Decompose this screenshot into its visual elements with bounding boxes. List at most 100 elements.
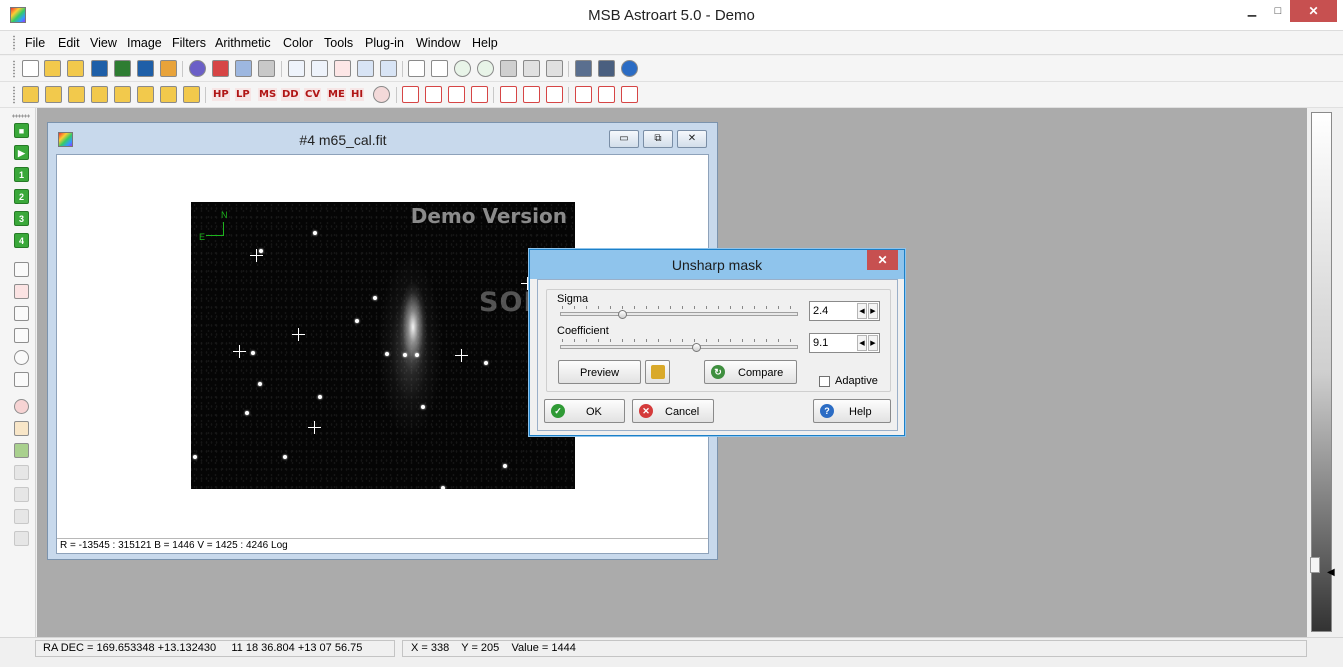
refresh-icon[interactable] <box>189 60 206 77</box>
menu-grip[interactable] <box>12 35 16 51</box>
coefficient-increment-icon[interactable]: ▶ <box>868 335 878 351</box>
astro-image[interactable]: N E Demo Version SOFTPEDIA <box>191 202 658 490</box>
add-constant-icon[interactable] <box>137 86 154 103</box>
new-file-icon[interactable] <box>22 60 39 77</box>
sigma-increment-icon[interactable]: ▶ <box>868 303 878 319</box>
dark-icon[interactable] <box>91 86 108 103</box>
channel-3-button[interactable]: 3 <box>14 211 29 226</box>
save-all-icon[interactable] <box>137 60 154 77</box>
convolution-button[interactable]: CV <box>304 88 322 101</box>
channel-1-button[interactable]: 1 <box>14 167 29 182</box>
lowpass-button[interactable]: LP <box>235 88 251 101</box>
dialog-title-bar[interactable]: Unsharp mask ✕ <box>530 250 904 279</box>
compare-icon[interactable] <box>546 86 563 103</box>
sum-icon[interactable] <box>408 60 425 77</box>
maxentropy-button[interactable]: ME <box>327 88 346 101</box>
eye-icon[interactable] <box>431 60 448 77</box>
help-icon[interactable] <box>621 60 638 77</box>
browse-folder-icon[interactable] <box>160 60 177 77</box>
subtract-icon[interactable] <box>45 86 62 103</box>
resize-icon[interactable] <box>425 86 442 103</box>
compare-button[interactable]: ↻ Compare <box>704 360 797 384</box>
divide-icon[interactable] <box>68 86 85 103</box>
menu-arithmetic[interactable]: Arithmetic <box>215 36 271 50</box>
menu-filters[interactable]: Filters <box>172 36 206 50</box>
ok-button[interactable]: ✓ OK <box>544 399 625 423</box>
line-profile-icon[interactable] <box>14 372 29 387</box>
aperture-icon[interactable] <box>14 262 29 277</box>
rgb-circles-icon[interactable] <box>14 399 29 414</box>
close-button[interactable]: ✕ <box>1290 0 1337 22</box>
save-icon[interactable] <box>91 60 108 77</box>
zoom-out-icon[interactable] <box>477 60 494 77</box>
menu-help[interactable]: Help <box>472 36 498 50</box>
point-photometry-icon[interactable] <box>14 284 29 299</box>
sigma-spinbox[interactable]: 2.4 ◀ ▶ <box>809 301 880 321</box>
slope-icon[interactable] <box>14 306 29 321</box>
toolbar-grip[interactable] <box>12 86 16 104</box>
zoom-window-icon[interactable] <box>288 60 305 77</box>
grid-4-icon[interactable] <box>598 86 615 103</box>
highpass-button[interactable]: HP <box>212 88 230 101</box>
adaptive-checkbox[interactable] <box>819 376 830 387</box>
menu-image[interactable]: Image <box>127 36 162 50</box>
channel-4-button[interactable]: 4 <box>14 233 29 248</box>
monitor-icon[interactable] <box>500 60 517 77</box>
color-balance-icon[interactable] <box>14 421 29 436</box>
align-icon[interactable] <box>575 60 592 77</box>
median-icon[interactable] <box>114 86 131 103</box>
open-folder-icon[interactable] <box>44 60 61 77</box>
copy-icon[interactable] <box>235 60 252 77</box>
toolbar-grip[interactable] <box>12 60 16 78</box>
telescope-icon[interactable] <box>598 60 615 77</box>
crop-icon[interactable] <box>402 86 419 103</box>
overlay-icon[interactable] <box>523 86 540 103</box>
menu-file[interactable]: File <box>25 36 45 50</box>
coefficient-slider-thumb[interactable] <box>691 343 701 352</box>
flip-icon[interactable] <box>471 86 488 103</box>
maxsharp-button[interactable]: MS <box>258 88 278 101</box>
sigma-slider-thumb[interactable] <box>617 310 627 319</box>
histogram-eq-button[interactable]: HI <box>350 88 365 101</box>
display-range-thumb[interactable] <box>1310 557 1320 573</box>
stop-icon[interactable]: ■ <box>14 123 29 138</box>
menu-window[interactable]: Window <box>416 36 460 50</box>
graph-icon[interactable] <box>14 328 29 343</box>
grid-2-icon[interactable] <box>575 86 592 103</box>
mosaic-icon[interactable] <box>500 86 517 103</box>
sigma-slider[interactable] <box>560 312 798 316</box>
image-close-button[interactable]: ✕ <box>677 130 707 148</box>
coefficient-spinbox[interactable]: 9.1 ◀ ▶ <box>809 333 880 353</box>
menu-plugin[interactable]: Plug-in <box>365 36 404 50</box>
menu-edit[interactable]: Edit <box>58 36 80 50</box>
profile-icon[interactable] <box>334 60 351 77</box>
fit-window-icon[interactable] <box>523 60 540 77</box>
save-as-icon[interactable] <box>114 60 131 77</box>
radial-icon[interactable] <box>373 86 390 103</box>
coefficient-decrement-icon[interactable]: ◀ <box>857 335 867 351</box>
ddp-button[interactable]: DD <box>281 88 300 101</box>
star-icon[interactable] <box>357 60 374 77</box>
toolbar-grip[interactable] <box>12 114 30 118</box>
cancel-button[interactable]: ✕ Cancel <box>632 399 714 423</box>
channel-2-button[interactable]: 2 <box>14 189 29 204</box>
function-icon[interactable] <box>183 86 200 103</box>
paste-icon[interactable] <box>258 60 275 77</box>
menu-tools[interactable]: Tools <box>324 36 353 50</box>
zoom-in-icon[interactable] <box>454 60 471 77</box>
image-info-icon[interactable] <box>380 60 397 77</box>
lock-button[interactable] <box>645 360 670 384</box>
menu-view[interactable]: View <box>90 36 117 50</box>
display-range-slider[interactable] <box>1311 112 1332 632</box>
image-minimize-button[interactable]: ▭ <box>609 130 639 148</box>
open-recent-icon[interactable] <box>67 60 84 77</box>
full-screen-icon[interactable] <box>546 60 563 77</box>
sigma-decrement-icon[interactable]: ◀ <box>857 303 867 319</box>
play-icon[interactable]: ▶ <box>14 145 29 160</box>
image-maximize-button[interactable]: ⧉ <box>643 130 673 148</box>
histogram-icon[interactable] <box>311 60 328 77</box>
dialog-close-button[interactable]: ✕ <box>867 250 898 270</box>
help-button[interactable]: ? Help <box>813 399 891 423</box>
rotate-icon[interactable] <box>448 86 465 103</box>
magnifier-icon[interactable] <box>14 350 29 365</box>
